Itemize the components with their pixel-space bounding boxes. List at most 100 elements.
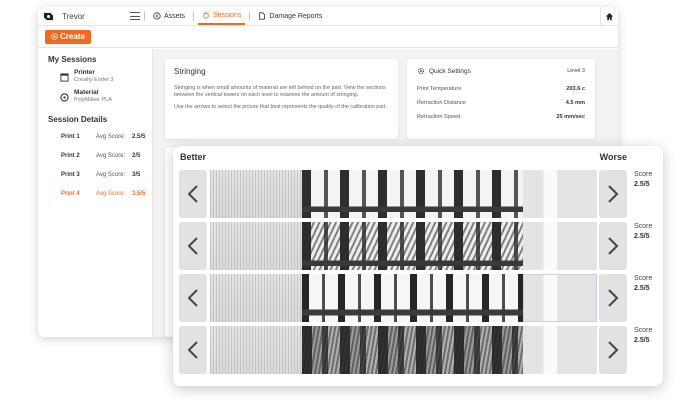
score-display: Score 2.5/5	[634, 170, 664, 190]
avg-score-value: 2.5/5	[132, 133, 146, 140]
comparison-row-1: Score 2.5/5	[179, 170, 657, 218]
print-photo[interactable]	[523, 326, 597, 374]
print-photo-strip	[210, 326, 597, 374]
avg-score-value: 3/5	[132, 171, 141, 178]
print-photo[interactable]	[210, 222, 302, 270]
score-display: Score 2.5/5	[634, 274, 664, 294]
compass-icon	[153, 12, 161, 20]
print-photo-strip	[210, 274, 597, 322]
score-value: 2.5/5	[634, 233, 650, 240]
previous-button[interactable]	[179, 170, 207, 218]
nav-damage-reports-label: Damage Reports	[269, 12, 323, 20]
print-photo[interactable]	[523, 222, 597, 270]
divider	[249, 11, 251, 21]
print-name: Print 2	[61, 152, 80, 159]
chevron-left-icon	[187, 185, 198, 203]
chevron-left-icon	[187, 341, 198, 359]
quick-settings-title: Quick Settings	[429, 67, 471, 75]
next-button[interactable]	[599, 326, 627, 374]
next-button[interactable]	[599, 274, 627, 322]
avg-score-label: Avg Score:	[96, 171, 126, 178]
print-row-4[interactable]: Print 4 Avg Score: 3.5/5	[38, 184, 152, 203]
avg-score-value: 2/5	[132, 152, 141, 159]
nav-assets-label: Assets	[164, 12, 186, 20]
worse-label: Worse	[599, 152, 627, 162]
avg-score-label: Avg Score:	[96, 133, 126, 140]
stringing-card: Stringing Stringing is when small amount…	[165, 59, 398, 139]
qs-row-retraction-distance: Retraction Distance 4.5 mm	[417, 100, 585, 106]
home-icon	[605, 12, 614, 20]
qs-label: Retraction Distance	[417, 100, 466, 106]
material-spool-icon	[60, 93, 69, 102]
level-label: Level 3	[567, 68, 585, 74]
comparison-row-2: Score 2.5/5	[179, 222, 657, 270]
qs-value: 4.5 mm	[565, 100, 585, 106]
print-photo[interactable]	[210, 326, 302, 374]
sidebar: My Sessions Printer Creality Ender 3 Mat…	[38, 49, 153, 337]
chevron-right-icon	[608, 237, 619, 255]
qs-row-temperature: Print Temperature 203.6 c	[417, 86, 585, 92]
nav-damage-reports[interactable]: Damage Reports	[254, 7, 326, 25]
print-photo[interactable]	[523, 170, 597, 218]
stringing-title: Stringing	[174, 67, 206, 76]
print-row-3[interactable]: Print 3 Avg Score: 3/5	[38, 165, 152, 184]
previous-button[interactable]	[179, 222, 207, 270]
create-bar: Create	[38, 26, 618, 48]
qs-label: Retraction Speed	[417, 114, 461, 120]
score-value: 2.5/5	[634, 285, 650, 292]
print-photo[interactable]	[302, 326, 523, 374]
printer-icon	[60, 73, 69, 82]
avg-score-label: Avg Score:	[96, 190, 126, 197]
printer-label: Printer	[74, 69, 95, 76]
print-photo[interactable]	[302, 222, 523, 270]
score-display: Score 2.5/5	[634, 326, 664, 346]
score-label: Score	[634, 275, 653, 282]
comparison-row-3: Score 2.5/5	[179, 274, 657, 322]
stringing-description: Stringing is when small amounts of mater…	[174, 85, 386, 98]
better-label: Better	[180, 152, 207, 162]
gear-icon	[417, 67, 425, 75]
document-icon	[259, 12, 266, 20]
chevron-left-icon	[187, 237, 198, 255]
qs-label: Print Temperature	[417, 86, 462, 92]
print-photo[interactable]	[302, 274, 523, 322]
print-row-1[interactable]: Print 1 Avg Score: 2.5/5	[38, 127, 152, 146]
user-name: Trevor	[62, 11, 85, 21]
previous-button[interactable]	[179, 274, 207, 322]
print-row-2[interactable]: Print 2 Avg Score: 2/5	[38, 146, 152, 165]
avg-score-value: 3.5/5	[132, 190, 146, 197]
previous-button[interactable]	[179, 326, 207, 374]
qs-value: 203.6 c	[566, 86, 585, 92]
material-label: Material	[74, 89, 99, 96]
home-button[interactable]	[600, 7, 618, 25]
score-value: 2.5/5	[634, 181, 650, 188]
print-photo[interactable]	[210, 170, 302, 218]
score-label: Score	[634, 223, 653, 230]
next-button[interactable]	[599, 170, 627, 218]
chevron-right-icon	[608, 185, 619, 203]
session-details-heading: Session Details	[48, 115, 108, 124]
divider	[144, 11, 145, 21]
printer-value: Creality Ender 3	[74, 77, 114, 83]
comparison-row-4: Score 2.5/5	[179, 326, 657, 374]
score-label: Score	[634, 327, 653, 334]
print-photo[interactable]	[302, 170, 523, 218]
selected-print-photo[interactable]	[523, 274, 597, 322]
chevron-right-icon	[608, 289, 619, 307]
nav-assets[interactable]: Assets	[149, 7, 189, 25]
create-button[interactable]: Create	[45, 29, 91, 44]
print-photo-strip	[210, 170, 597, 218]
app-logo-icon[interactable]	[42, 10, 54, 22]
stringing-instructions: Use the arrows to select the picture tha…	[174, 103, 388, 110]
print-photo[interactable]	[210, 274, 302, 322]
next-button[interactable]	[599, 222, 627, 270]
quick-settings-card: Quick Settings Level 3 Print Temperature…	[407, 59, 595, 139]
nav-sessions[interactable]: Sessions	[198, 7, 246, 25]
print-name: Print 4	[61, 190, 80, 197]
print-name: Print 1	[61, 133, 80, 140]
chevron-right-icon	[608, 341, 619, 359]
printer-item: Printer Creality Ender 3	[38, 69, 152, 83]
chevron-left-icon	[187, 289, 198, 307]
menu-icon[interactable]	[130, 12, 140, 20]
score-label: Score	[634, 171, 653, 178]
